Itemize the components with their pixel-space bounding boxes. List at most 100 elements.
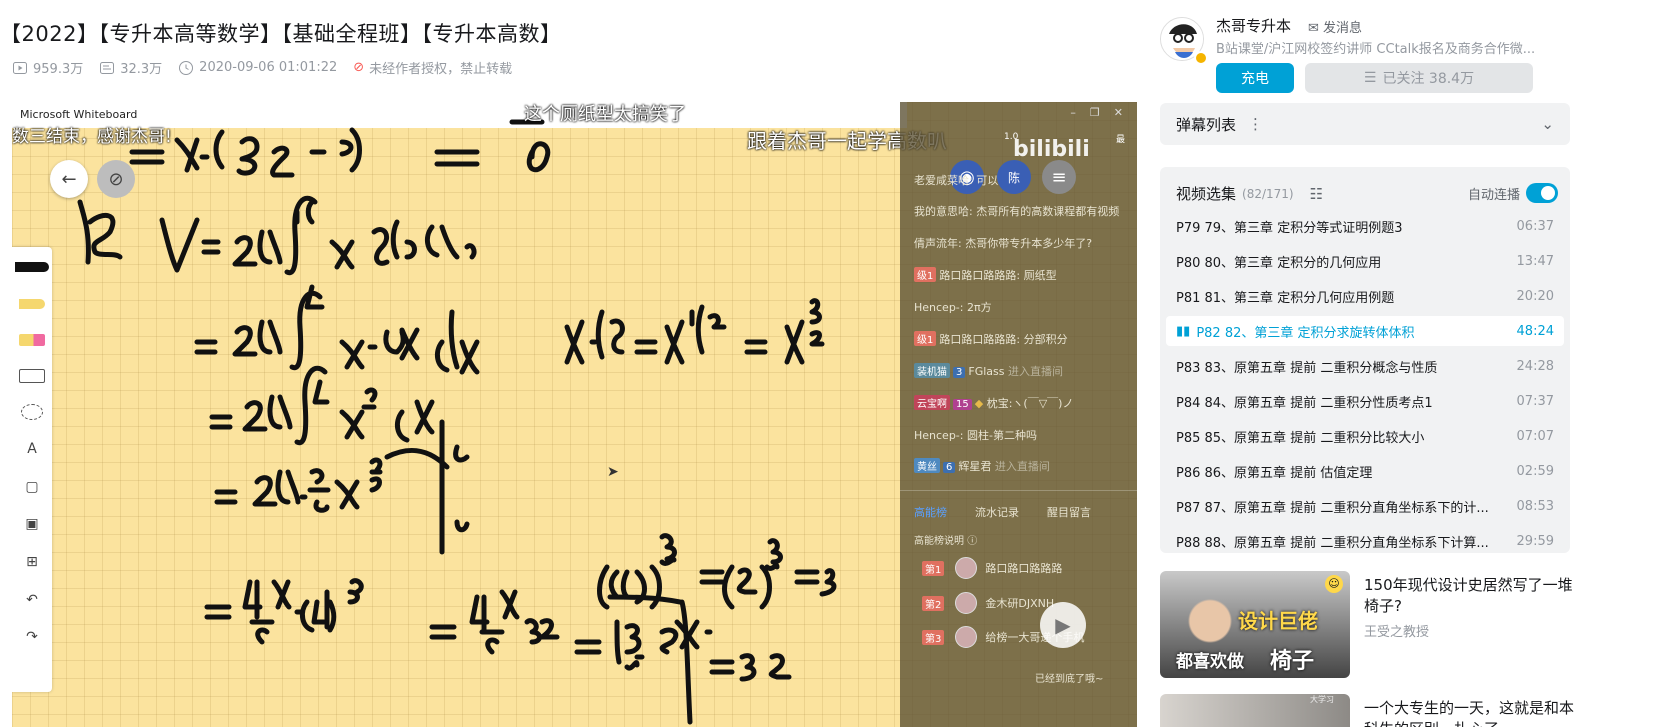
chevron-down-icon: ⌄	[1541, 115, 1554, 133]
rank-item: 第2 金木研DJXNH	[922, 592, 1054, 614]
verified-badge-icon	[1194, 51, 1208, 65]
live-comment: 黄丝 6 辉星君 进入直播间	[914, 458, 1050, 474]
uploader-name[interactable]: 杰哥专升本	[1216, 15, 1291, 36]
recommend-card[interactable]: 设计巨佬 都喜欢做 椅子 ☺ 150年现代设计史居然写了一堆椅子? 王受之教授	[1160, 571, 1573, 681]
episode-count: (82/171)	[1242, 186, 1294, 201]
autoplay-control: 自动连播	[1468, 183, 1558, 203]
live-comment: 我的意思哈: 杰哥所有的高数课程都有视频	[914, 205, 1120, 218]
live-comment: 级1 路口路口路路路: 厕纸型	[914, 267, 1057, 283]
danmaku-list-label: 弹幕列表	[1176, 115, 1237, 134]
mouse-cursor-icon: ➤	[607, 464, 619, 480]
publish-date: 2020-09-06 01:01:22	[199, 60, 338, 75]
episode-item[interactable]: P83 83、原第五章 提前 二重积分概念与性质 24:28	[1166, 351, 1564, 381]
eraser-icon	[19, 334, 45, 346]
recommend-thumbnail[interactable]: 设计巨佬 都喜欢做 椅子 ☺	[1160, 571, 1350, 678]
overlay-readout: 1.0	[1004, 132, 1019, 142]
sticky-tool[interactable]: ▢	[12, 472, 52, 502]
recommend-author[interactable]: 王受之教授	[1364, 621, 1429, 640]
rank-item: 第1 路口路口路路路	[922, 557, 1062, 579]
mail-icon: ✉	[1308, 21, 1319, 36]
episode-item[interactable]: P85 85、原第五章 提前 二重积分比较大小 07:07	[1166, 421, 1564, 451]
episode-item-active[interactable]: ▮▮ P82 82、第三章 定积分求旋转体体积 48:24	[1166, 316, 1564, 346]
play-icon: ▶	[1055, 613, 1071, 637]
episode-item[interactable]: P80 80、第三章 定积分的几何应用 13:47	[1166, 246, 1564, 276]
thumb-text: 大学习	[1310, 695, 1334, 704]
list-view-icon[interactable]: ☷	[1310, 185, 1323, 203]
arrow-left-icon: ←	[61, 168, 77, 190]
minimize-icon[interactable]: –	[1070, 106, 1076, 119]
text-icon: A	[27, 441, 37, 457]
highlighter-tool[interactable]	[12, 289, 52, 319]
text-tool[interactable]: A	[12, 434, 52, 464]
autoplay-toggle[interactable]	[1526, 183, 1558, 203]
copyright-notice: 未经作者授权，禁止转载	[369, 62, 513, 77]
window-controls: – ❐ ✕	[1070, 106, 1123, 119]
playing-bars-icon: ▮▮	[1176, 323, 1191, 339]
tab-rank[interactable]: 高能榜	[914, 504, 947, 520]
live-comment: Hencep-: 2π方	[914, 301, 992, 314]
live-menu-button[interactable]: ≡	[1042, 160, 1076, 194]
danmaku-list-toggle[interactable]: 弹幕列表 ⋮ ⌄	[1160, 103, 1570, 145]
view-count: 959.3万	[33, 62, 84, 77]
sticky-note-icon: ▢	[25, 479, 39, 495]
eraser-toggle-button[interactable]: ⊘	[97, 160, 135, 198]
video-title: 【2022】【专升本高等数学】【基础全程班】【专升本高数】	[0, 22, 562, 46]
send-message-link[interactable]: ✉ 发消息	[1308, 17, 1362, 36]
redo-tool[interactable]: ↷	[12, 622, 52, 652]
recommend-card[interactable]: 大学习 一个大专生的一天，这就是和本科生的区别，扎心了	[1160, 694, 1574, 727]
play-button[interactable]: ▶	[1040, 602, 1086, 648]
whiteboard-toolbar: A ▢ ▣ ⊞ ↶ ↷	[12, 247, 52, 692]
recommend-title[interactable]: 150年现代设计史居然写了一堆椅子?	[1364, 575, 1574, 617]
clock-icon	[179, 60, 194, 75]
episode-item[interactable]: P87 87、原第五章 提前 二重积分直角坐标系下的计... 08:53	[1166, 491, 1564, 521]
undo-tool[interactable]: ↶	[12, 585, 52, 615]
uploader-desc: B站课堂/沪江网校签约讲师 CCtalk报名及商务合作微...	[1216, 42, 1536, 57]
recommend-title[interactable]: 一个大专生的一天，这就是和本科生的区别，扎心了	[1364, 698, 1574, 727]
video-page: 【2022】【专升本高等数学】【基础全程班】【专升本高数】 959.3万 32.…	[0, 0, 1662, 727]
ruler-tool[interactable]	[12, 361, 52, 391]
redo-icon: ↷	[26, 629, 38, 645]
episode-item[interactable]: P84 84、原第五章 提前 二重积分性质考点1 07:37	[1166, 386, 1564, 416]
menu-icon: ≡	[1051, 166, 1067, 188]
recommend-thumbnail[interactable]: 大学习	[1160, 694, 1350, 727]
help-icon: ⓘ	[967, 536, 978, 547]
menu-lines-icon: ☰	[1363, 70, 1377, 86]
eraser-tool[interactable]	[12, 325, 52, 355]
avatar	[955, 626, 978, 648]
insert-tool[interactable]: ⊞	[12, 547, 52, 577]
image-tool[interactable]: ▣	[12, 509, 52, 539]
follow-button[interactable]: ☰ 已关注 38.4万	[1305, 63, 1533, 93]
video-player[interactable]: Microsoft Whiteboard 这个厕纸型太搞笑了 数三结束，感谢杰哥…	[12, 102, 1137, 727]
thumb-text: 都喜欢做	[1176, 652, 1244, 672]
live-comment: 老爱咸菜哈: 可以	[914, 174, 999, 187]
play-count-icon	[13, 61, 27, 74]
episode-list-title: 视频选集	[1176, 185, 1237, 203]
danmaku-count: 32.3万	[120, 62, 163, 77]
close-icon[interactable]: ✕	[1114, 106, 1123, 119]
live-comment: 云宝啊 15 ◆ 枕宝:ヽ(￣▽￣)ノ	[914, 395, 1073, 411]
avatar	[955, 557, 978, 579]
episode-item[interactable]: P79 79、第三章 定积分等式证明例题3 06:37	[1166, 211, 1564, 241]
lasso-tool[interactable]	[12, 397, 52, 427]
tab-flow[interactable]: 流水记录	[975, 504, 1019, 520]
undo-icon: ↶	[26, 592, 38, 608]
charge-button[interactable]: 充电	[1216, 63, 1294, 93]
image-icon: ▣	[25, 516, 39, 532]
live-comment: 级1 路口路口路路路: 分部积分	[914, 331, 1068, 347]
danmaku-item: 这个厕纸型太搞笑了	[524, 104, 686, 125]
danmaku-item: 数三结束，感谢杰哥!	[12, 127, 172, 147]
episode-item[interactable]: P86 86、原第五章 提前 估值定理 02:59	[1166, 456, 1564, 486]
pen-icon	[15, 262, 49, 272]
live-comment: 装机猫 3 FGlass 进入直播间	[914, 363, 1063, 379]
tab-sc[interactable]: 醒目留言	[1047, 504, 1091, 520]
episode-item[interactable]: P88 88、原第五章 提前 二重积分直角坐标系下计算... 29:59	[1166, 526, 1564, 553]
back-button[interactable]: ←	[50, 160, 88, 198]
live-user-button[interactable]: 陈	[997, 160, 1031, 194]
thumb-text: 设计巨佬	[1238, 609, 1318, 633]
episode-item[interactable]: P81 81、第三章 定积分几何应用例题 20:20	[1166, 281, 1564, 311]
restore-icon[interactable]: ❐	[1090, 106, 1100, 119]
eraser-icon: ⊘	[108, 168, 124, 190]
rank-help[interactable]: 高能榜说明 ⓘ	[914, 532, 977, 547]
pen-tool[interactable]	[12, 252, 52, 282]
more-vertical-icon[interactable]: ⋮	[1248, 115, 1263, 133]
